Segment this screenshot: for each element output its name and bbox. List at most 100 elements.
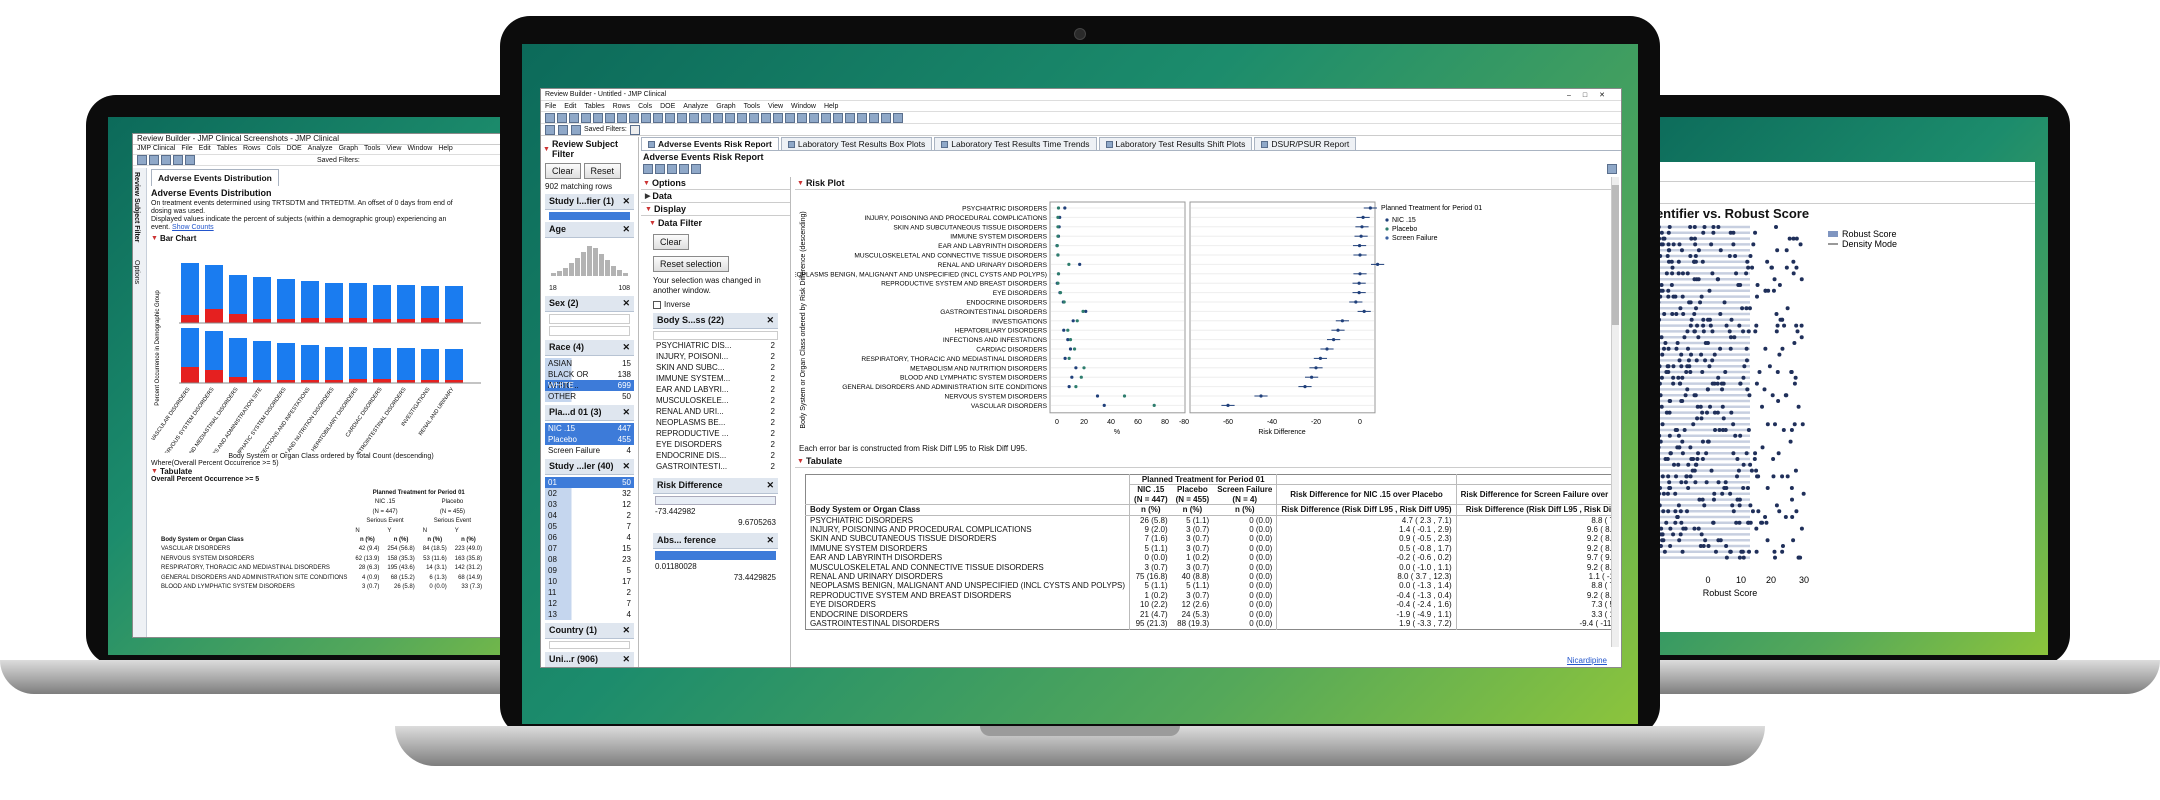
- menu-item[interactable]: Analyze: [683, 103, 708, 110]
- study-identifier-header[interactable]: Study I...fier (1) ✕: [545, 194, 634, 210]
- age-max[interactable]: 108: [618, 285, 630, 292]
- menu-item[interactable]: Graph: [716, 103, 735, 110]
- sex-header[interactable]: Sex (2) ✕: [545, 296, 634, 312]
- report-tool-icon[interactable]: [679, 164, 689, 174]
- filter-clear-button[interactable]: Clear: [545, 163, 581, 179]
- risk-difference-header[interactable]: Risk Difference ✕: [653, 478, 778, 494]
- filter-reset-button[interactable]: Reset: [583, 163, 622, 179]
- report-tab[interactable]: Adverse Events Risk Report: [641, 137, 779, 150]
- report-tab[interactable]: DSUR/PSUR Report: [1254, 137, 1357, 150]
- toolbar-icon[interactable]: [845, 112, 855, 123]
- toolbar-icon[interactable]: [881, 112, 891, 123]
- menu-item[interactable]: Rows: [613, 103, 631, 110]
- abs-difference-header[interactable]: Abs... ference ✕: [653, 533, 778, 549]
- toolbar-icon[interactable]: [545, 112, 555, 123]
- toolbar-icon[interactable]: [689, 112, 699, 123]
- options-outline[interactable]: ▼ Options: [641, 177, 790, 190]
- filter-list-item[interactable]: BLACK OR AFRIC... 138: [545, 369, 634, 390]
- menu-item[interactable]: Window: [407, 145, 432, 154]
- toolbar-icon[interactable]: [725, 112, 735, 123]
- menu-item[interactable]: File: [545, 103, 556, 110]
- risk-max[interactable]: 9.6705263: [655, 518, 776, 527]
- display-outline[interactable]: ▼ Display: [641, 203, 790, 216]
- toolbar-icon[interactable]: [641, 112, 651, 123]
- race-header[interactable]: Race (4) ✕: [545, 340, 634, 356]
- toolbar-icon[interactable]: [605, 112, 615, 123]
- toolbar-icon[interactable]: [665, 112, 675, 123]
- menu-item[interactable]: DOE: [660, 103, 675, 110]
- planned-treatment-header[interactable]: Pla...d 01 (3) ✕: [545, 405, 634, 421]
- age-histogram[interactable]: [541, 240, 637, 280]
- report-tool-icon[interactable]: [643, 164, 653, 174]
- report-tab[interactable]: Laboratory Test Results Time Trends: [934, 137, 1097, 150]
- filter-icon[interactable]: [558, 124, 568, 135]
- toolbar-icon[interactable]: [677, 112, 687, 123]
- menu-item[interactable]: Graph: [339, 145, 358, 154]
- toolbar-icon[interactable]: [593, 112, 603, 123]
- tabulate-outline[interactable]: ▼ Tabulate: [795, 455, 1613, 468]
- toolbar-icon[interactable]: [833, 112, 843, 123]
- toolbar-icon[interactable]: [761, 112, 771, 123]
- filter-list-item[interactable]: ASIAN 15: [545, 358, 634, 369]
- data-filter-outline[interactable]: ▼ Data Filter: [641, 216, 790, 230]
- toolbar-icon[interactable]: [581, 112, 591, 123]
- reset-selection-button[interactable]: Reset selection: [653, 256, 729, 272]
- age-min[interactable]: 18: [549, 285, 557, 292]
- unique-subject-header[interactable]: Uni...r (906) ✕: [545, 652, 634, 667]
- filter-list-item[interactable]: SKIN AND SUBC... 2: [653, 362, 778, 373]
- toolbar-icon[interactable]: [749, 112, 759, 123]
- toolbar-icon[interactable]: [893, 112, 903, 123]
- tab-adverse-events-distribution[interactable]: Adverse Events Distribution: [151, 169, 279, 186]
- toolbar-icon[interactable]: [713, 112, 723, 123]
- sex-search[interactable]: [549, 314, 630, 324]
- report-tab[interactable]: Laboratory Test Results Shift Plots: [1098, 137, 1253, 150]
- menu-item[interactable]: Edit: [564, 103, 576, 110]
- abs-max[interactable]: 73.4429825: [655, 573, 776, 582]
- menu-item[interactable]: Cols: [638, 103, 652, 110]
- filter-icon[interactable]: [545, 124, 555, 135]
- filter-list-item[interactable]: EYE DISORDERS 2: [653, 439, 778, 450]
- filter-list-item[interactable]: 07 15: [545, 543, 634, 554]
- filter-list-item[interactable]: MUSCULOSKELE... 2: [653, 395, 778, 406]
- left-side-strip[interactable]: Review Subject Filter Options: [133, 168, 147, 637]
- data-outline[interactable]: ▶ Data: [641, 190, 790, 203]
- toolbar-icon[interactable]: [797, 112, 807, 123]
- filter-list-item[interactable]: 09 5: [545, 565, 634, 576]
- menu-item[interactable]: View: [768, 103, 783, 110]
- menu-item[interactable]: Tools: [364, 145, 380, 154]
- risk-difference-slider[interactable]: [655, 496, 776, 505]
- risk-min[interactable]: -73.442982: [655, 507, 776, 516]
- toolbar-icon[interactable]: [857, 112, 867, 123]
- age-header[interactable]: Age ✕: [545, 222, 634, 238]
- inverse-checkbox[interactable]: Inverse: [641, 298, 790, 311]
- menu-item[interactable]: View: [386, 145, 401, 154]
- left-tabulate-outline[interactable]: ▼ Tabulate: [151, 467, 511, 476]
- toolbar-icon[interactable]: [701, 112, 711, 123]
- filter-list-item[interactable]: 05 7: [545, 521, 634, 532]
- filter-list-item[interactable]: 03 12: [545, 499, 634, 510]
- vertical-scrollbar[interactable]: [1611, 177, 1619, 647]
- country-header[interactable]: Country (1) ✕: [545, 623, 634, 639]
- toolbar-icon[interactable]: [557, 112, 567, 123]
- filter-list-item[interactable]: 06 4: [545, 532, 634, 543]
- filter-list-item[interactable]: PSYCHIATRIC DIS... 2: [653, 340, 778, 351]
- toolbar-icon[interactable]: [785, 112, 795, 123]
- menu-item[interactable]: Window: [791, 103, 816, 110]
- filter-list-item[interactable]: REPRODUCTIVE ... 2: [653, 428, 778, 439]
- filter-list-item[interactable]: 12 7: [545, 598, 634, 609]
- menu-item[interactable]: Edit: [199, 145, 211, 154]
- toolbar-icon[interactable]: [629, 112, 639, 123]
- menu-item[interactable]: DOE: [287, 145, 302, 154]
- toolbar-icon[interactable]: [149, 155, 159, 165]
- study-site-header[interactable]: Study ...ler (40) ✕: [545, 459, 634, 475]
- filter-list-item[interactable]: 02 32: [545, 488, 634, 499]
- filter-list-item[interactable]: Placebo 455: [545, 434, 634, 445]
- filter-list-item[interactable]: IMMUNE SYSTEM... 2: [653, 373, 778, 384]
- filter-panel-title[interactable]: ▼ Review Subject Filter: [541, 137, 638, 161]
- filter-list-item[interactable]: GASTROINTESTI... 2: [653, 461, 778, 472]
- side-filter-label[interactable]: Review Subject Filter: [133, 172, 140, 242]
- abs-min[interactable]: 0.01180028: [655, 562, 776, 571]
- body-system-filter-header[interactable]: Body S...ss (22) ✕: [653, 313, 778, 329]
- report-tool-icon[interactable]: [667, 164, 677, 174]
- menu-item[interactable]: Analyze: [308, 145, 333, 154]
